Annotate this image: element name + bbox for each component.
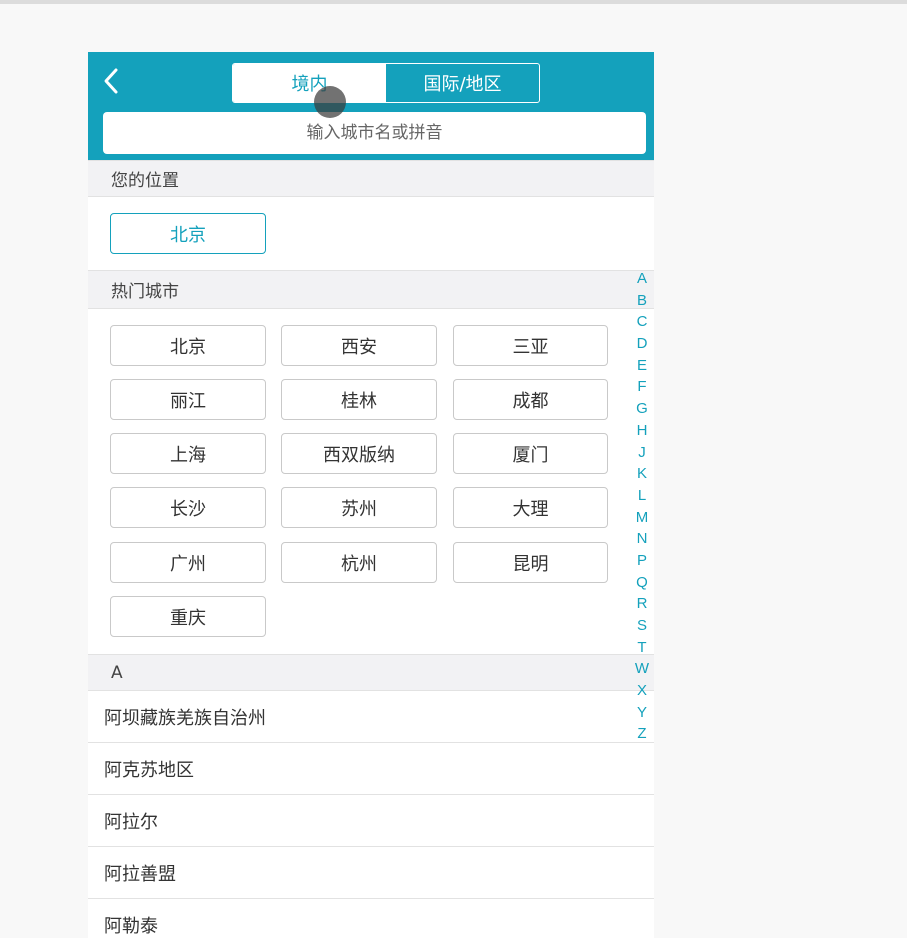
hot-city-button[interactable]: 广州 [110,542,266,583]
index-letter[interactable]: P [637,550,647,572]
index-letter[interactable]: F [637,376,646,398]
index-letter[interactable]: Z [637,723,646,745]
city-list-item[interactable]: 阿拉善盟 [88,847,654,899]
index-letter[interactable]: R [637,593,648,615]
city-picker-screen: 境内 国际/地区 您的位置 北京 热门城市 北京 西安 三亚 丽江 桂林 成都 … [88,52,654,938]
city-list-item[interactable]: 阿克苏地区 [88,743,654,795]
index-letter[interactable]: X [637,680,647,702]
current-location-city-button[interactable]: 北京 [110,213,266,254]
index-letter[interactable]: J [638,442,646,464]
hot-city-button[interactable]: 重庆 [110,596,266,637]
letter-section-header: A [88,654,654,691]
hot-city-button[interactable]: 大理 [453,487,608,528]
location-section-header: 您的位置 [88,160,654,197]
index-letter[interactable]: A [637,268,647,290]
index-letter[interactable]: Q [636,572,648,594]
hot-city-button[interactable]: 杭州 [281,542,437,583]
header-bar: 境内 国际/地区 [88,52,654,160]
city-list-item[interactable]: 阿坝藏族羌族自治州 [88,691,654,743]
hot-city-button[interactable]: 厦门 [453,433,608,474]
hot-city-button[interactable]: 长沙 [110,487,266,528]
index-letter[interactable]: H [637,420,648,442]
index-letter[interactable]: D [637,333,648,355]
index-letter[interactable]: W [635,658,649,680]
index-letter[interactable]: T [637,637,646,659]
hot-city-button[interactable]: 上海 [110,433,266,474]
hot-city-button[interactable]: 三亚 [453,325,608,366]
tab-international[interactable]: 国际/地区 [386,64,539,102]
hot-cities-section-header: 热门城市 [88,270,654,309]
city-list-item[interactable]: 阿勒泰 [88,899,654,938]
index-letter[interactable]: C [637,311,648,333]
hot-city-button[interactable]: 北京 [110,325,266,366]
index-letter[interactable]: G [636,398,648,420]
alphabet-index-bar: A B C D E F G H J K L M N P Q R S T W X … [632,268,652,745]
tab-domestic[interactable]: 境内 [233,64,386,102]
index-letter[interactable]: Y [637,702,647,724]
hot-city-button[interactable]: 西双版纳 [281,433,437,474]
index-letter[interactable]: M [636,507,649,529]
touch-cursor-indicator [314,86,346,118]
index-letter[interactable]: N [637,528,648,550]
city-list-item[interactable]: 阿拉尔 [88,795,654,847]
hot-city-button[interactable]: 昆明 [453,542,608,583]
index-letter[interactable]: K [637,463,647,485]
hot-city-button[interactable]: 西安 [281,325,437,366]
index-letter[interactable]: L [638,485,646,507]
hot-city-button[interactable]: 桂林 [281,379,437,420]
window-top-strip [0,0,907,4]
hot-city-button[interactable]: 苏州 [281,487,437,528]
hot-city-button[interactable]: 丽江 [110,379,266,420]
back-arrow-icon[interactable] [100,66,124,96]
index-letter[interactable]: E [637,355,647,377]
region-segmented-control: 境内 国际/地区 [232,63,540,103]
index-letter[interactable]: S [637,615,647,637]
hot-city-button[interactable]: 成都 [453,379,608,420]
index-letter[interactable]: B [637,290,647,312]
city-search-input[interactable] [103,112,646,154]
